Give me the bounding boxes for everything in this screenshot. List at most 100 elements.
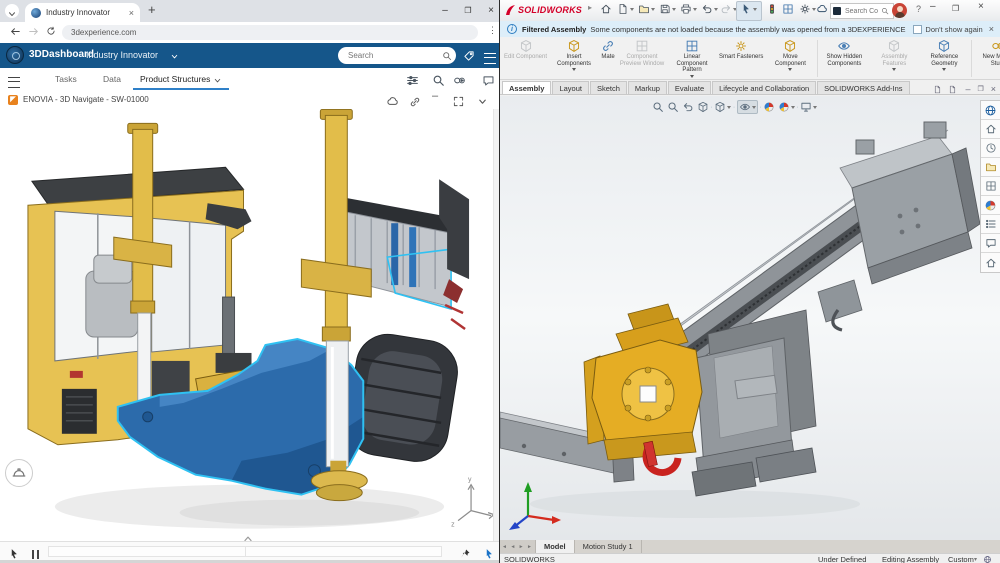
help-icon[interactable]: ? <box>912 3 925 16</box>
tab-evaluate[interactable]: Evaluate <box>668 81 711 94</box>
tab-scroll-arrows[interactable]: ◄ ◄ ► ► <box>500 540 536 553</box>
home-tab-icon[interactable] <box>981 253 1000 272</box>
forum-tab-icon[interactable] <box>981 234 1000 253</box>
tab-layout[interactable]: Layout <box>552 81 589 94</box>
section-view-icon[interactable] <box>697 98 709 116</box>
sw-restore-button[interactable]: ❐ <box>952 4 959 13</box>
tag-icon[interactable] <box>463 50 475 62</box>
ribbon-show-hidden-components[interactable]: Show Hidden Components <box>819 38 869 79</box>
reload-icon[interactable] <box>46 25 56 37</box>
dashboard-search-input[interactable] <box>346 50 442 61</box>
print-icon[interactable] <box>680 3 697 15</box>
dont-show-again-checkbox[interactable] <box>913 25 922 34</box>
view-settings-icon[interactable] <box>800 98 812 116</box>
view-orientation-icon[interactable] <box>714 98 726 116</box>
url-field[interactable]: 3dexperience.com <box>62 25 478 40</box>
browser-minimize-button[interactable]: – <box>435 0 455 22</box>
media-player-icon[interactable] <box>452 72 467 90</box>
doc-minimize-icon[interactable]: – <box>965 84 970 94</box>
sw-close-button[interactable]: × <box>978 1 984 12</box>
save-icon[interactable] <box>659 3 676 15</box>
tab-lifecycle-collaboration[interactable]: Lifecycle and Collaboration <box>712 81 816 94</box>
new-document-icon[interactable] <box>617 3 634 15</box>
context-chevron-icon[interactable] <box>170 52 179 61</box>
compass-logo-icon[interactable] <box>6 46 24 64</box>
tab-markup[interactable]: Markup <box>628 81 667 94</box>
home-icon[interactable] <box>600 3 612 15</box>
page-scrollbar[interactable] <box>493 109 499 541</box>
ribbon-mate[interactable]: Mate <box>599 38 617 79</box>
view-palette-tab-icon[interactable] <box>981 177 1000 196</box>
browser-restore-button[interactable]: ❐ <box>458 0 478 22</box>
motion-study-tab[interactable]: Motion Study 1 <box>575 540 642 553</box>
status-globe-icon[interactable] <box>983 555 992 563</box>
redo-icon[interactable] <box>720 3 737 15</box>
safety-profile-button[interactable] <box>5 459 33 487</box>
doc-window-icon[interactable] <box>933 85 942 94</box>
dashboard-search[interactable] <box>338 47 456 64</box>
doc-restore-icon[interactable]: ❐ <box>977 85 983 93</box>
tab-sketch[interactable]: Sketch <box>590 81 627 94</box>
tab-tasks[interactable]: Tasks <box>55 74 77 84</box>
warning-close-icon[interactable]: × <box>989 24 994 34</box>
cloud-services-icon[interactable] <box>816 3 828 15</box>
command-search[interactable] <box>830 3 894 19</box>
browser-close-button[interactable]: × <box>481 0 501 22</box>
traffic-light-icon[interactable] <box>766 3 778 15</box>
display-style-active[interactable] <box>737 100 758 114</box>
options-gear-icon[interactable] <box>799 3 816 15</box>
open-icon[interactable] <box>638 3 655 15</box>
rebuild-icon[interactable] <box>782 3 794 15</box>
ribbon-linear-component-pattern[interactable]: Linear Component Pattern <box>667 38 717 79</box>
dashboard-menu-icon[interactable] <box>484 51 496 69</box>
doc-close-icon[interactable]: × <box>991 84 996 94</box>
undo-icon[interactable] <box>701 3 718 15</box>
forward-icon[interactable] <box>28 25 39 37</box>
ribbon-new-motion-study[interactable]: New Motion Study <box>973 38 1000 79</box>
search-tools-icon[interactable] <box>432 72 445 90</box>
solidworks-graphics-area[interactable]: · · · · <box>500 96 1000 540</box>
timeline-track[interactable] <box>48 546 442 557</box>
tab-solidworks-addins[interactable]: SOLIDWORKS Add-Ins <box>817 81 909 94</box>
command-search-input[interactable] <box>843 7 881 16</box>
dont-show-again-label[interactable]: Don't show again <box>925 25 982 34</box>
edit-appearance-icon[interactable] <box>763 98 775 116</box>
filter-list-icon[interactable] <box>406 72 419 90</box>
ribbon-reference-geometry[interactable]: Reference Geometry <box>919 38 969 79</box>
design-library-tab-icon[interactable] <box>981 139 1000 158</box>
tab-assembly[interactable]: Assembly <box>502 81 551 94</box>
ribbon-smart-fasteners[interactable]: Smart Fasteners <box>717 38 765 79</box>
status-units[interactable]: Custom <box>948 555 974 563</box>
zoom-fit-icon[interactable] <box>652 98 664 116</box>
select-tool-icon[interactable] <box>740 3 757 15</box>
ribbon-move-component[interactable]: Move Component <box>765 38 815 79</box>
zoom-area-icon[interactable] <box>667 98 679 116</box>
menu-expand-arrow[interactable]: ▸ <box>588 3 592 12</box>
sw-resources-tab-icon[interactable] <box>981 120 1000 139</box>
tab-product-structures[interactable]: Product Structures <box>140 74 210 84</box>
new-tab-button[interactable]: + <box>148 2 156 17</box>
file-explorer-tab-icon[interactable] <box>981 158 1000 177</box>
tab-search-icon[interactable] <box>5 4 19 18</box>
apply-scene-icon[interactable] <box>778 98 790 116</box>
user-avatar[interactable] <box>892 3 907 18</box>
browser-tab[interactable]: Industry Innovator × <box>25 3 140 22</box>
sw-minimize-button[interactable]: – <box>930 1 936 12</box>
appearances-scenes-tab-icon[interactable] <box>981 196 1000 215</box>
3dexperience-tab-icon[interactable] <box>981 101 1000 120</box>
ribbon-insert-components[interactable]: Insert Components <box>549 38 599 79</box>
doc-window-icon2[interactable] <box>948 85 957 94</box>
units-dropdown-arrow[interactable]: ▾ <box>974 556 977 563</box>
tab-chevron-icon[interactable] <box>213 76 222 85</box>
browser-menu-icon[interactable]: ⋮ <box>488 25 497 36</box>
tab-close-icon[interactable]: × <box>129 8 134 18</box>
dashboard-context[interactable]: Industry Innovator <box>86 50 158 60</box>
tab-data[interactable]: Data <box>103 74 121 84</box>
comments-icon[interactable] <box>482 72 495 90</box>
custom-properties-tab-icon[interactable] <box>981 215 1000 234</box>
widget-minimize-icon[interactable]: – <box>432 90 438 102</box>
back-icon[interactable] <box>10 25 21 37</box>
model-tab[interactable]: Model <box>536 540 575 553</box>
panel-expand-chevron-icon[interactable] <box>242 530 254 541</box>
previous-view-icon[interactable] <box>682 98 694 116</box>
